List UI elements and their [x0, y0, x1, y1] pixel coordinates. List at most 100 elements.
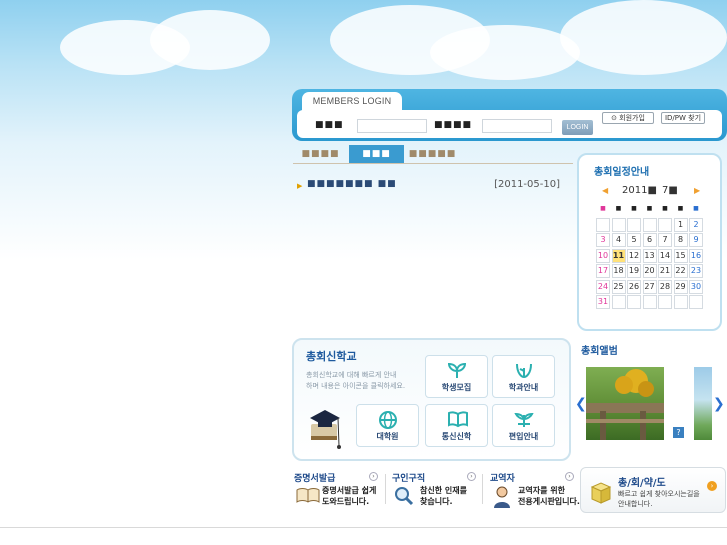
calendar-day[interactable]: 22	[673, 264, 688, 278]
album-next-icon[interactable]: ❯	[713, 396, 725, 412]
calendar-day[interactable]: 12	[627, 248, 641, 263]
footer-divider	[0, 527, 727, 528]
calendar-day[interactable]: 20	[642, 264, 657, 278]
plant-icon	[514, 412, 534, 427]
calendar-year-suffix: ■	[647, 185, 657, 196]
graduate-school-label: 대학원	[376, 432, 399, 441]
graduation-cap-icon	[310, 410, 341, 449]
department-info-button[interactable]: 학과안내	[492, 355, 555, 398]
calendar-day[interactable]: 9	[689, 233, 703, 247]
divider	[482, 474, 483, 504]
calendar-day[interactable]: 13	[642, 248, 657, 263]
gift-box-icon	[590, 482, 612, 504]
tab-third[interactable]: ■■■■■	[405, 145, 460, 164]
calendar-empty-cell	[611, 295, 626, 309]
divider	[385, 474, 386, 504]
calendar-day[interactable]: 28	[658, 279, 672, 294]
arrow-right-icon[interactable]: ›	[707, 481, 717, 491]
calendar-day[interactable]: 29	[673, 279, 688, 294]
calendar-day[interactable]: 19	[627, 264, 641, 278]
calendar-day[interactable]: 27	[642, 279, 657, 294]
minister-board-link[interactable]: 교역자 › 교역자를 위한 전용게시판입니다.	[488, 471, 580, 511]
seminary-panel: 총회신학교 총회신학교에 대해 빠르게 안내 하며 내용은 아이콘을 클릭하세요…	[292, 338, 571, 461]
calendar-weekday-header: ■	[693, 205, 699, 212]
calendar-title: 총회일정안내	[594, 167, 650, 178]
calendar-day[interactable]: 3	[596, 233, 610, 247]
directions-desc-line: 안내합니다.	[618, 500, 653, 508]
person-icon	[494, 486, 510, 508]
calendar-empty-cell	[658, 295, 672, 309]
leaf-book-icon	[516, 363, 532, 379]
calendar-day[interactable]: 4	[611, 233, 626, 247]
calendar-day[interactable]: 11	[611, 248, 626, 263]
album-prev-icon[interactable]: ❮	[575, 396, 587, 412]
notice-date: [2011-05-10]	[494, 179, 560, 190]
id-label: ■■■	[315, 120, 344, 130]
job-posting-title: 구인구직	[392, 474, 426, 484]
correspondence-theology-button[interactable]: 통신신학	[425, 404, 488, 447]
transfer-info-label: 편입안내	[508, 432, 539, 441]
calendar-day[interactable]: 1	[673, 217, 688, 232]
certificate-issue-desc-line: 증명서발급 쉽게	[322, 486, 377, 495]
id-input[interactable]	[357, 119, 427, 133]
calendar-weekday-header: ■	[615, 205, 622, 212]
calendar-empty-cell	[689, 295, 703, 309]
directions-title: 총/회/약/도	[618, 478, 666, 489]
calendar-day[interactable]: 30	[689, 279, 703, 294]
find-id-pw-button[interactable]: ID/PW 찾기	[661, 112, 705, 124]
schedule-calendar: 총회일정안내 ◀ 2011■ 7■ ▶ ■ ■ ■ ■ ■ ■ ■ 1 2 3 4 5 6 7 8 9 10 11…	[577, 153, 722, 331]
graduate-school-button[interactable]: 대학원	[356, 404, 419, 447]
next-month-icon[interactable]: ▶	[694, 186, 700, 195]
calendar-day[interactable]: 18	[611, 264, 626, 278]
calendar-day[interactable]: 5	[627, 233, 641, 247]
calendar-day[interactable]: 8	[673, 233, 688, 247]
calendar-day[interactable]: 17	[596, 264, 610, 278]
student-recruit-button[interactable]: 학생모집	[425, 355, 488, 398]
bullet-arrow-icon: ▶	[297, 182, 303, 190]
calendar-weekday-header: ■	[662, 205, 668, 212]
login-button[interactable]: LOGIN	[562, 120, 593, 135]
calendar-day[interactable]: 14	[658, 248, 672, 263]
password-input[interactable]	[482, 119, 552, 133]
calendar-day[interactable]: 16	[689, 248, 703, 263]
help-icon[interactable]: ?	[673, 427, 684, 438]
calendar-day[interactable]: 10	[596, 248, 610, 263]
calendar-day[interactable]: 24	[596, 279, 610, 294]
correspondence-theology-label: 통신신학	[441, 432, 472, 441]
tab-first[interactable]: ■■■■	[293, 145, 348, 164]
garden-bench-photo	[586, 369, 664, 440]
album-title: 총회앨범	[581, 346, 618, 357]
album-photo[interactable]	[694, 367, 712, 440]
lock-icon: ⊙	[611, 114, 620, 122]
open-book-icon	[448, 411, 468, 428]
seminary-title: 총회신학교	[306, 350, 357, 363]
seminary-description: 총회신학교에 대해 빠르게 안내 하며 내용은 아이콘을 클릭하세요.	[306, 370, 416, 392]
directions-box[interactable]: 총/회/약/도 빠르고 쉽게 찾아오시는길을 안내합니다. ›	[580, 467, 726, 513]
sprout-icon	[447, 362, 467, 378]
arrow-right-icon: ›	[565, 472, 574, 481]
job-posting-link[interactable]: 구인구직 › 참신한 인재를 찾습니다.	[390, 471, 480, 511]
tab-second-active[interactable]: ■■■	[349, 145, 404, 164]
notice-list-item[interactable]: ▶ ■■■■■■■ ■■ [2011-05-10]	[297, 179, 560, 193]
prev-month-icon[interactable]: ◀	[602, 186, 608, 195]
join-button[interactable]: ⊙ 회원가입	[602, 112, 654, 124]
transfer-info-button[interactable]: 편입안내	[492, 404, 555, 447]
login-tab-label: MEMBERS LOGIN	[302, 92, 402, 112]
album-photo[interactable]	[586, 367, 664, 440]
calendar-day[interactable]: 25	[611, 279, 626, 294]
cloud-shape	[150, 10, 270, 70]
notice-title[interactable]: ■■■■■■■ ■■	[307, 179, 397, 189]
calendar-day[interactable]: 31	[596, 295, 610, 309]
calendar-day[interactable]: 15	[673, 248, 688, 263]
calendar-empty-cell	[627, 295, 641, 309]
student-recruit-label: 학생모집	[441, 383, 472, 392]
calendar-day[interactable]: 26	[627, 279, 641, 294]
calendar-day[interactable]: 6	[642, 233, 657, 247]
join-button-label: 회원가입	[619, 114, 645, 122]
certificate-issue-link[interactable]: 증명서발급 › 증명서발급 쉽게 도와드립니다.	[292, 471, 382, 511]
calendar-day[interactable]: 23	[689, 264, 703, 278]
calendar-day[interactable]: 21	[658, 264, 672, 278]
calendar-day[interactable]: 7	[658, 233, 672, 247]
calendar-empty-cell	[658, 217, 672, 232]
calendar-day[interactable]: 2	[689, 217, 703, 232]
